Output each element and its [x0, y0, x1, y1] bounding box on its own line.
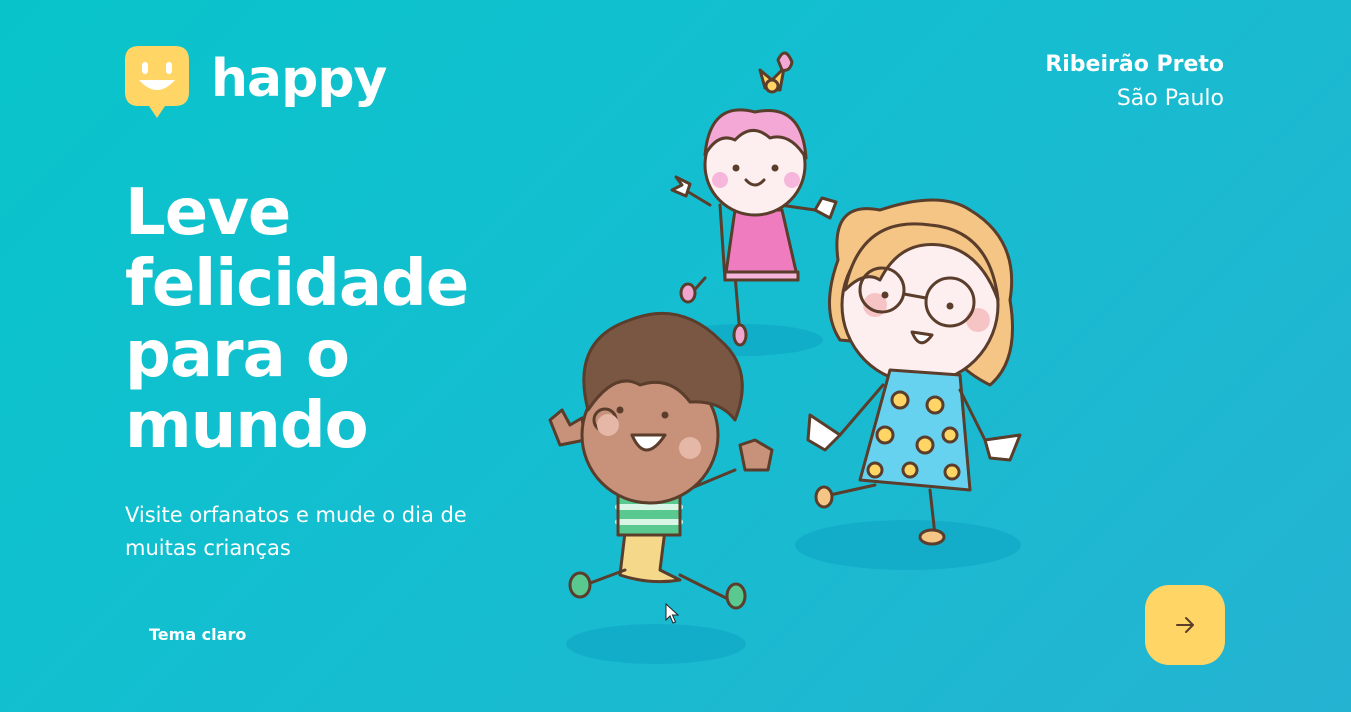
mouse-cursor-icon	[665, 603, 679, 624]
arrow-right-icon	[1176, 617, 1194, 633]
girl-glasses-figure	[806, 198, 1022, 546]
location-city: Ribeirão Preto	[1045, 52, 1224, 77]
boy-figure	[548, 311, 774, 610]
girl-pink-figure	[670, 51, 838, 347]
theme-toggle-button[interactable]: Tema claro	[149, 625, 246, 644]
brand-name: happy	[211, 49, 387, 109]
happy-children-illustration	[548, 51, 1022, 664]
hero-headline: Leve felicidade para o mundo	[125, 176, 469, 463]
brand-logo[interactable]: happy	[125, 46, 387, 120]
enter-app-button[interactable]	[1145, 585, 1225, 665]
hero-subtitle: Visite orfanatos e mude o dia de muitas …	[125, 503, 467, 560]
location: Ribeirão Preto São Paulo	[1045, 48, 1224, 116]
smiley-speech-bubble-icon	[125, 46, 189, 118]
location-state: São Paulo	[1116, 86, 1224, 111]
